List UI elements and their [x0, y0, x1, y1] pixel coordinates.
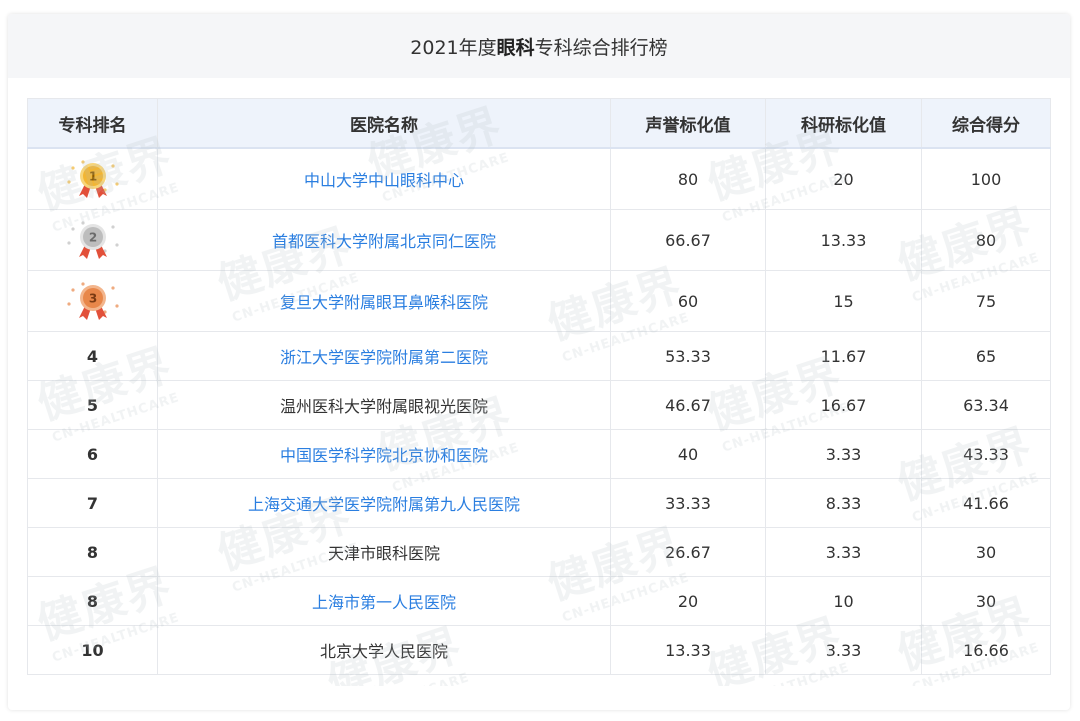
reputation-value: 33.33 — [610, 478, 766, 528]
table-row: 10 北京大学人民医院 13.33 3.33 16.66 — [27, 625, 1051, 675]
reputation-value: 13.33 — [610, 625, 766, 675]
research-value: 3.33 — [765, 625, 922, 675]
ranking-card: 2021年度 眼科 专科综合排行榜 专科排名 医院名称 声誉标化值 科研标化值 综合… — [8, 14, 1070, 710]
research-value: 20 — [765, 147, 922, 210]
hospital-name-link[interactable]: 上海交通大学医学院附属第九人民医院 — [157, 478, 611, 528]
score-value: 16.66 — [921, 625, 1051, 675]
reputation-value: 66.67 — [610, 209, 766, 271]
rank-cell: 8 — [27, 576, 158, 626]
hospital-name: 温州医科大学附属眼视光医院 — [157, 380, 611, 430]
reputation-value: 40 — [610, 429, 766, 479]
rank-cell: 2 — [27, 209, 158, 271]
silver-medal-icon: 2 — [66, 221, 119, 259]
page-title: 2021年度 眼科 专科综合排行榜 — [8, 14, 1070, 78]
title-prefix: 2021年度 — [410, 36, 497, 59]
title-highlight: 眼科 — [496, 36, 535, 59]
score-value: 63.34 — [921, 380, 1051, 430]
title-suffix: 专科综合排行榜 — [534, 36, 668, 59]
hospital-name-link[interactable]: 浙江大学医学院附属第二医院 — [157, 331, 611, 381]
table-body: 1 中山大学中山眼科中心 80 20 100 2 首都医科大学附属北京同仁医院 66.67 13… — [27, 147, 1051, 675]
score-value: 43.33 — [921, 429, 1051, 479]
gold-medal-icon: 1 — [66, 160, 119, 198]
bronze-medal-icon: 3 — [66, 282, 119, 320]
table-row: 8 天津市眼科医院 26.67 3.33 30 — [27, 527, 1051, 577]
table-header-row: 专科排名 医院名称 声誉标化值 科研标化值 综合得分 — [27, 98, 1051, 149]
medal-rank-number: 1 — [88, 170, 96, 184]
rank-cell: 7 — [27, 478, 158, 528]
research-value: 16.67 — [765, 380, 922, 430]
hospital-name-link[interactable]: 上海市第一人民医院 — [157, 576, 611, 626]
reputation-value: 80 — [610, 147, 766, 210]
table-row: 3 复旦大学附属眼耳鼻喉科医院 60 15 75 — [27, 270, 1051, 332]
hospital-name: 天津市眼科医院 — [157, 527, 611, 577]
reputation-value: 60 — [610, 270, 766, 332]
table-row: 8 上海市第一人民医院 20 10 30 — [27, 576, 1051, 626]
rank-cell: 5 — [27, 380, 158, 430]
medal-rank-number: 2 — [88, 231, 96, 245]
hospital-name-link[interactable]: 中山大学中山眼科中心 — [157, 147, 611, 210]
research-value: 10 — [765, 576, 922, 626]
table-row: 1 中山大学中山眼科中心 80 20 100 — [27, 147, 1051, 210]
score-value: 80 — [921, 209, 1051, 271]
reputation-value: 53.33 — [610, 331, 766, 381]
rank-cell: 1 — [27, 147, 158, 210]
hospital-name-link[interactable]: 首都医科大学附属北京同仁医院 — [157, 209, 611, 271]
column-header-hospital: 医院名称 — [157, 98, 611, 149]
table-row: 4 浙江大学医学院附属第二医院 53.33 11.67 65 — [27, 331, 1051, 381]
rank-cell: 8 — [27, 527, 158, 577]
column-header-reputation: 声誉标化值 — [610, 98, 766, 149]
research-value: 13.33 — [765, 209, 922, 271]
research-value: 8.33 — [765, 478, 922, 528]
reputation-value: 46.67 — [610, 380, 766, 430]
column-header-research: 科研标化值 — [765, 98, 922, 149]
rank-cell: 10 — [27, 625, 158, 675]
rank-cell: 3 — [27, 270, 158, 332]
research-value: 3.33 — [765, 527, 922, 577]
table-row: 7 上海交通大学医学院附属第九人民医院 33.33 8.33 41.66 — [27, 478, 1051, 528]
research-value: 11.67 — [765, 331, 922, 381]
column-header-score: 综合得分 — [921, 98, 1051, 149]
reputation-value: 20 — [610, 576, 766, 626]
table-row: 6 中国医学科学院北京协和医院 40 3.33 43.33 — [27, 429, 1051, 479]
score-value: 30 — [921, 576, 1051, 626]
rank-cell: 4 — [27, 331, 158, 381]
rank-cell: 6 — [27, 429, 158, 479]
table-row: 5 温州医科大学附属眼视光医院 46.67 16.67 63.34 — [27, 380, 1051, 430]
score-value: 41.66 — [921, 478, 1051, 528]
reputation-value: 26.67 — [610, 527, 766, 577]
research-value: 15 — [765, 270, 922, 332]
medal-rank-number: 3 — [88, 292, 96, 306]
score-value: 100 — [921, 147, 1051, 210]
ranking-table: 专科排名 医院名称 声誉标化值 科研标化值 综合得分 1 中山大学中山眼科中心 80… — [27, 98, 1051, 675]
hospital-name-link[interactable]: 复旦大学附属眼耳鼻喉科医院 — [157, 270, 611, 332]
score-value: 65 — [921, 331, 1051, 381]
research-value: 3.33 — [765, 429, 922, 479]
score-value: 75 — [921, 270, 1051, 332]
table-row: 2 首都医科大学附属北京同仁医院 66.67 13.33 80 — [27, 209, 1051, 271]
hospital-name-link[interactable]: 中国医学科学院北京协和医院 — [157, 429, 611, 479]
ranking-table-wrap: 专科排名 医院名称 声誉标化值 科研标化值 综合得分 1 中山大学中山眼科中心 80… — [27, 98, 1051, 686]
column-header-rank: 专科排名 — [27, 98, 158, 149]
score-value: 30 — [921, 527, 1051, 577]
hospital-name: 北京大学人民医院 — [157, 625, 611, 675]
